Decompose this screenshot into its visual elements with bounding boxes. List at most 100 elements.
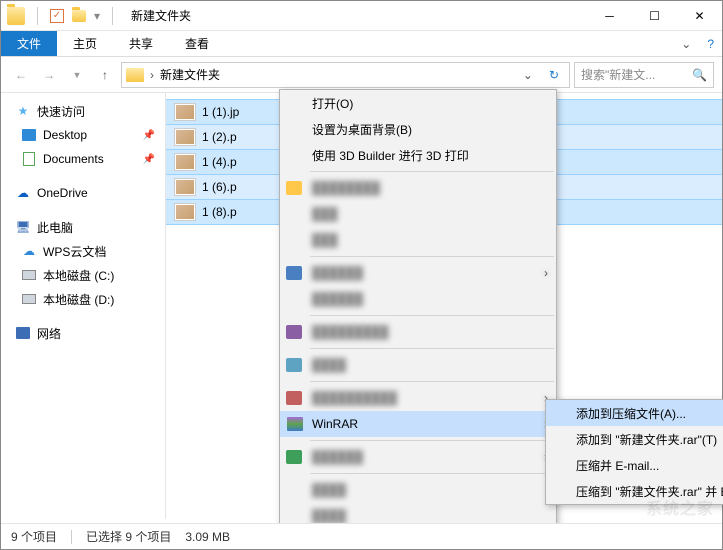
sidebar-item-label: Documents [43, 152, 104, 166]
folder-small-icon [70, 7, 88, 25]
search-input[interactable]: 搜索"新建文... 🔍 [574, 62, 714, 88]
sidebar-thispc[interactable]: 🖥 此电脑 [1, 215, 165, 239]
nav-up-button[interactable]: ↑ [93, 63, 117, 87]
disk-icon [21, 291, 37, 307]
sidebar-item-label: Desktop [43, 128, 87, 142]
watermark: 系统之家 [646, 495, 714, 519]
menu-open[interactable]: 打开(O) [280, 90, 556, 116]
status-item-count: 9 个项目 [11, 528, 57, 545]
menu-blurred[interactable]: █████████ [280, 319, 556, 345]
ribbon-help-icon[interactable]: ? [707, 37, 714, 51]
ribbon-tabs: 文件 主页 共享 查看 ⌄ ? [1, 31, 722, 57]
sidebar-onedrive[interactable]: ☁ OneDrive [1, 181, 165, 205]
file-name: 1 (2).p [202, 130, 237, 144]
menu-blurred[interactable]: ██████› [280, 260, 556, 286]
minimize-button[interactable]: ─ [587, 1, 632, 31]
tab-view[interactable]: 查看 [169, 31, 225, 56]
menu-3d-print[interactable]: 使用 3D Builder 进行 3D 打印 [280, 142, 556, 168]
address-bar[interactable]: › 新建文件夹 ⌄ ↻ [121, 62, 570, 88]
sidebar-item-label: WPS云文档 [43, 243, 106, 260]
ribbon-expand-icon[interactable]: ⌄ [681, 37, 691, 51]
cloud-icon: ☁ [21, 243, 37, 259]
nav-back-button[interactable]: ← [9, 63, 33, 87]
app-icon [286, 450, 302, 464]
disk-icon [21, 267, 37, 283]
close-button[interactable]: ✕ [677, 1, 722, 31]
sidebar-item-label: 网络 [37, 325, 61, 342]
document-icon [21, 151, 37, 167]
tab-home[interactable]: 主页 [57, 31, 113, 56]
window-title: 新建文件夹 [125, 7, 587, 24]
sidebar-item-label: OneDrive [37, 186, 88, 200]
address-dropdown-icon[interactable]: ⌄ [519, 68, 537, 82]
app-icon [286, 266, 302, 280]
app-icon [286, 391, 302, 405]
status-size: 3.09 MB [185, 530, 230, 544]
chevron-right-icon: › [544, 266, 548, 280]
app-icon [286, 325, 302, 339]
title-bar: ✓ ▾ 新建文件夹 ─ ☐ ✕ [1, 1, 722, 31]
submenu-compress-email[interactable]: 压缩并 E-mail... [546, 452, 723, 478]
sidebar-diskd[interactable]: 本地磁盘 (D:) [1, 287, 165, 311]
sidebar-documents[interactable]: Documents 📌 [1, 147, 165, 171]
pin-icon: 📌 [143, 130, 155, 141]
context-menu: 打开(O) 设置为桌面背景(B) 使用 3D Builder 进行 3D 打印 … [279, 89, 557, 537]
file-name: 1 (1).jp [202, 105, 239, 119]
nav-forward-button[interactable]: → [37, 63, 61, 87]
file-name: 1 (6).p [202, 180, 237, 194]
status-selected-count: 已选择 9 个项目 [86, 528, 171, 545]
address-path: 新建文件夹 [160, 66, 513, 83]
submenu-add-to-archive[interactable]: 添加到压缩文件(A)... [546, 400, 723, 426]
qat-dropdown-icon[interactable]: ▾ [94, 9, 100, 23]
menu-blurred[interactable]: ██████████› [280, 385, 556, 411]
search-icon: 🔍 [692, 68, 707, 82]
address-bar-row: ← → ▼ ↑ › 新建文件夹 ⌄ ↻ 搜索"新建文... 🔍 [1, 57, 722, 93]
winrar-icon [286, 415, 304, 433]
sidebar-item-label: 此电脑 [37, 219, 73, 236]
sidebar-item-label: 本地磁盘 (C:) [43, 267, 114, 284]
status-bar: 9 个项目 已选择 9 个项目 3.09 MB [1, 523, 722, 549]
search-placeholder: 搜索"新建文... [581, 66, 688, 83]
star-icon: ★ [15, 103, 31, 119]
onedrive-icon: ☁ [15, 185, 31, 201]
app-icon [286, 358, 302, 372]
menu-blurred[interactable]: ████ [280, 352, 556, 378]
menu-blurred[interactable]: ██████ [280, 286, 556, 312]
file-name: 1 (8).p [202, 205, 237, 219]
menu-blurred[interactable]: ███ [280, 227, 556, 253]
image-thumbnail-icon [174, 103, 196, 121]
app-icon [286, 181, 302, 195]
sidebar-network[interactable]: 网络 [1, 321, 165, 345]
submenu-add-to-rar[interactable]: 添加到 "新建文件夹.rar"(T) [546, 426, 723, 452]
sidebar-desktop[interactable]: Desktop 📌 [1, 123, 165, 147]
maximize-button[interactable]: ☐ [632, 1, 677, 31]
address-folder-icon [126, 68, 144, 82]
sidebar-wps[interactable]: ☁ WPS云文档 [1, 239, 165, 263]
tab-file[interactable]: 文件 [1, 31, 57, 56]
sidebar-item-label: 快速访问 [37, 103, 85, 120]
network-icon [15, 325, 31, 341]
winrar-submenu: 添加到压缩文件(A)... 添加到 "新建文件夹.rar"(T) 压缩并 E-m… [545, 399, 723, 505]
sidebar-diskc[interactable]: 本地磁盘 (C:) [1, 263, 165, 287]
sidebar-item-label: 本地磁盘 (D:) [43, 291, 114, 308]
folder-app-icon [7, 7, 25, 25]
menu-blurred[interactable]: ████ [280, 477, 556, 503]
navigation-pane: ★ 快速访问 Desktop 📌 Documents 📌 ☁ OneDrive … [1, 93, 166, 519]
menu-set-background[interactable]: 设置为桌面背景(B) [280, 116, 556, 142]
tab-share[interactable]: 共享 [113, 31, 169, 56]
nav-recent-dropdown[interactable]: ▼ [65, 63, 89, 87]
menu-blurred[interactable]: ████████ [280, 175, 556, 201]
desktop-icon [21, 127, 37, 143]
menu-winrar[interactable]: WinRAR › [280, 411, 556, 437]
image-thumbnail-icon [174, 203, 196, 221]
refresh-button[interactable]: ↻ [543, 68, 565, 82]
pin-icon: 📌 [143, 154, 155, 165]
menu-blurred[interactable]: ██████› [280, 444, 556, 470]
menu-blurred[interactable]: ███ [280, 201, 556, 227]
sidebar-quick-access[interactable]: ★ 快速访问 [1, 99, 165, 123]
file-name: 1 (4).p [202, 155, 237, 169]
image-thumbnail-icon [174, 128, 196, 146]
image-thumbnail-icon [174, 178, 196, 196]
qat-properties-icon[interactable]: ✓ [50, 9, 64, 23]
image-thumbnail-icon [174, 153, 196, 171]
